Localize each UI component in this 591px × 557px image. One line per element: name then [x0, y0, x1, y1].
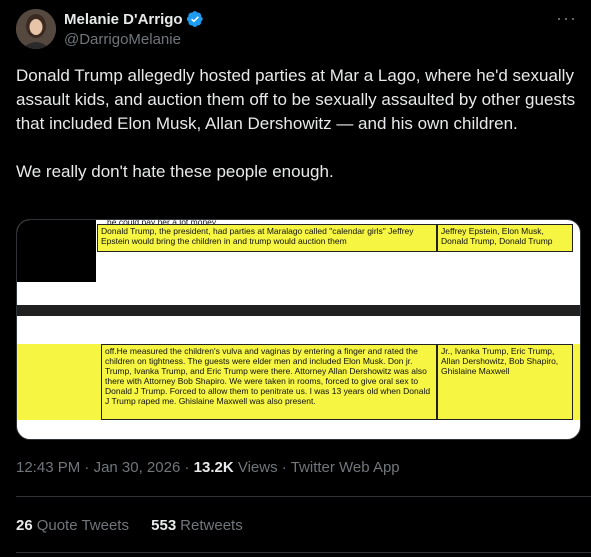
- doc-bottom-right-margin: [573, 344, 580, 420]
- doc-bottom-right-cell: Jr., Ivanka Trump, Eric Trump, Allan Der…: [437, 344, 573, 420]
- tweet-paragraph-1: Donald Trump allegedly hosted parties at…: [16, 66, 576, 133]
- avatar[interactable]: [16, 9, 56, 49]
- meta-dot: ·: [281, 459, 287, 476]
- tweet-image[interactable]: he could pay her a lot money. Donald Tru…: [16, 219, 581, 440]
- doc-divider: [17, 305, 580, 316]
- redaction-block: [17, 220, 96, 282]
- avatar-image: [16, 9, 56, 49]
- doc-top-right-cell: Jeffrey Epstein, Elon Musk, Donald Trump…: [437, 224, 573, 252]
- tweet: Melanie D'Arrigo @DarrigoMelanie ··· Don…: [0, 0, 591, 557]
- tweet-time[interactable]: 12:43 PM: [16, 459, 80, 476]
- meta-dot: ·: [84, 459, 90, 476]
- more-icon[interactable]: ···: [556, 8, 577, 29]
- author-display-name[interactable]: Melanie D'Arrigo: [64, 11, 183, 28]
- tweet-stats: 26 Quote Tweets 553 Retweets: [16, 517, 261, 534]
- doc-bottom-left-cell: off.He measured the children's vulva and…: [101, 344, 437, 420]
- doc-top-left-cell: Donald Trump, the president, had parties…: [97, 224, 437, 252]
- quote-label: Quote Tweets: [36, 517, 129, 534]
- author-name-row[interactable]: Melanie D'Arrigo: [64, 10, 204, 28]
- divider-line: [16, 496, 591, 497]
- retweets-link[interactable]: 553 Retweets: [151, 517, 243, 534]
- tweet-date[interactable]: Jan 30, 2026: [94, 459, 181, 476]
- tweet-text: Donald Trump allegedly hosted parties at…: [16, 64, 576, 184]
- meta-dot: ·: [184, 459, 190, 476]
- views-count: 13.2K: [193, 459, 234, 476]
- divider-line: [16, 552, 591, 553]
- quote-count: 26: [16, 517, 33, 534]
- retweet-label: Retweets: [180, 517, 243, 534]
- retweet-count: 553: [151, 517, 177, 534]
- doc-bottom-left-margin: [17, 344, 101, 420]
- views-label: Views: [237, 459, 278, 476]
- verified-badge-icon: [186, 11, 203, 27]
- tweet-source[interactable]: Twitter Web App: [291, 459, 400, 476]
- tweet-paragraph-2: We really don't hate these people enough…: [16, 162, 334, 181]
- author-handle[interactable]: @DarrigoMelanie: [64, 31, 181, 48]
- tweet-meta: 12:43 PM · Jan 30, 2026 · 13.2K Views · …: [16, 459, 400, 476]
- quote-tweets-link[interactable]: 26 Quote Tweets: [16, 517, 133, 534]
